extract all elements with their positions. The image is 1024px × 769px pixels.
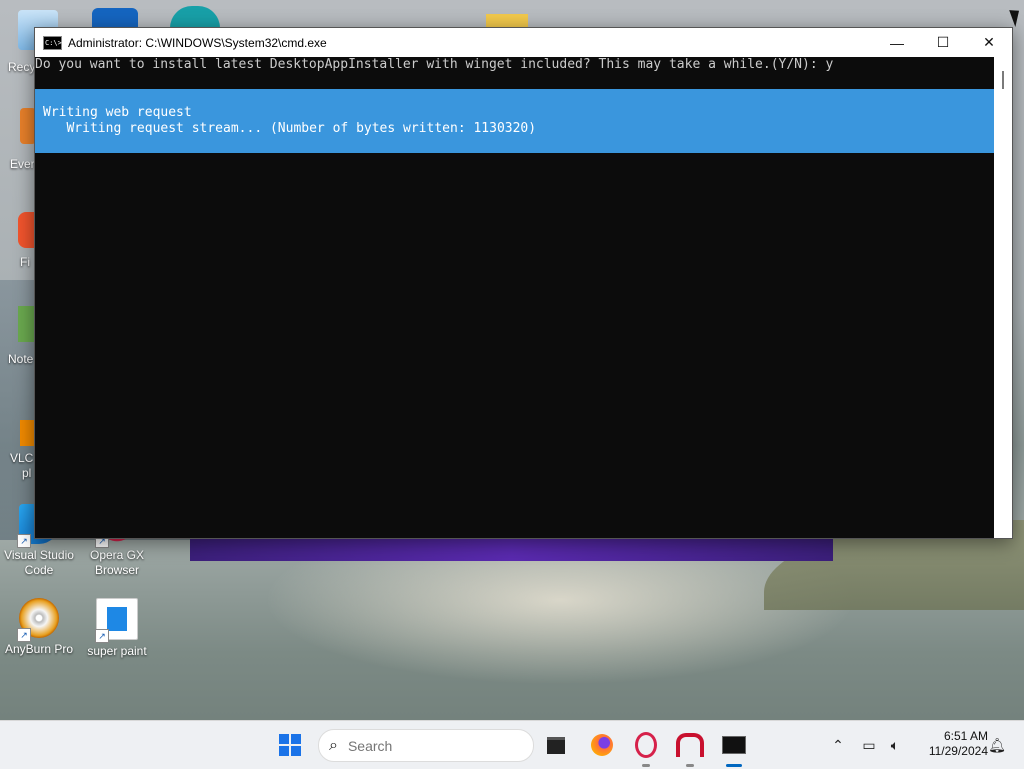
window-title: Administrator: C:\WINDOWS\System32\cmd.e… [68, 35, 327, 50]
vlc-label-2: pl [22, 466, 32, 480]
taskbar-app-opera[interactable] [630, 729, 662, 767]
everything-label: Ever [10, 157, 35, 171]
volume-muted-icon[interactable]: 🔈︎ [884, 721, 906, 769]
shortcut-arrow-icon: ↗ [95, 629, 109, 643]
running-indicator [686, 764, 694, 767]
super-paint-icon: ↗ [95, 598, 138, 643]
scrollbar-thumb[interactable] [1002, 71, 1004, 89]
desktop-icon-notepad[interactable] [18, 306, 34, 342]
minimize-button[interactable]: — [874, 28, 920, 57]
cmd-app-icon: C:\> [43, 35, 62, 50]
anyburn-pro-label: AnyBurn Pro [4, 642, 74, 656]
console-prompt-line: Do you want to install latest DesktopApp… [35, 57, 834, 72]
network-icon[interactable]: ▭ [858, 721, 880, 769]
search-icon: ⌕ [329, 736, 338, 754]
desktop-icon-vlc[interactable] [20, 420, 34, 446]
console-output[interactable]: Do you want to install latest DesktopApp… [35, 57, 994, 538]
shortcut-arrow-icon: ↗ [17, 628, 31, 642]
window-titlebar[interactable]: C:\> Administrator: C:\WINDOWS\System32\… [35, 28, 1012, 57]
running-indicator [642, 764, 650, 767]
progress-detail: Writing request stream... (Number of byt… [43, 121, 537, 136]
taskbar-search[interactable]: ⌕ [318, 729, 534, 762]
progress-title: Writing web request [43, 105, 192, 120]
vlc-label: VLC [10, 451, 34, 465]
taskbar: ⌕ ⌃ ▭ 🔈︎ 6:51 AM 11/29/2024 🔔︎ [0, 720, 1024, 769]
close-button[interactable]: ✕ [966, 28, 1012, 57]
opera-icon [635, 732, 657, 758]
show-hidden-icons-button[interactable]: ⌃ [828, 721, 848, 769]
console-scrollbar[interactable] [994, 57, 1012, 538]
cmd-window[interactable]: C:\> Administrator: C:\WINDOWS\System32\… [34, 27, 1013, 539]
recycle-bin-label: Recy [8, 60, 36, 74]
taskbar-app-anyburn[interactable] [674, 729, 706, 767]
firefox-icon [591, 734, 613, 756]
desktop-icon-anyburn-pro[interactable]: ↗ AnyBurn Pro [0, 598, 78, 657]
visual-studio-code-label: Visual Studio Code [4, 548, 74, 577]
clock-time: 6:51 AM [943, 729, 988, 743]
background-window-strip [190, 537, 833, 561]
running-indicator-active [726, 764, 742, 767]
desktop-icon-folder[interactable] [486, 14, 528, 28]
file-manager-icon [547, 736, 565, 754]
search-input[interactable] [345, 736, 510, 755]
mouse-cursor-icon [1009, 7, 1024, 27]
firefox-label: Fi [20, 255, 30, 269]
desktop-icon-top-2[interactable] [92, 8, 138, 28]
anyburn-icon [676, 733, 704, 757]
taskbar-app-file-manager[interactable] [540, 729, 572, 761]
desktop-icon-super-paint[interactable]: ↗ super paint [78, 598, 156, 659]
opera-gx-browser-label: Opera GX Browser [89, 548, 145, 577]
desktop-icon-firefox[interactable] [18, 212, 34, 248]
clock-date: 11/29/2024 [928, 744, 988, 758]
anyburn-disc-icon: ↗ [17, 598, 59, 642]
super-paint-label: super paint [87, 644, 147, 658]
taskbar-app-firefox[interactable] [586, 729, 618, 761]
progress-banner: Writing web request Writing request stre… [35, 89, 994, 153]
taskbar-app-cmd[interactable] [718, 729, 750, 767]
notification-bell-icon[interactable]: 🔔︎ [986, 721, 1008, 769]
cmd-icon [722, 736, 746, 754]
notepad-label: Note [8, 352, 34, 366]
taskbar-clock[interactable]: 6:51 AM 11/29/2024 [912, 729, 988, 759]
start-button[interactable] [274, 729, 306, 761]
windows-logo-icon [279, 734, 301, 756]
maximize-button[interactable]: ☐ [920, 28, 966, 57]
desktop-icon-top-3[interactable] [170, 6, 220, 28]
shortcut-arrow-icon: ↗ [17, 534, 31, 548]
